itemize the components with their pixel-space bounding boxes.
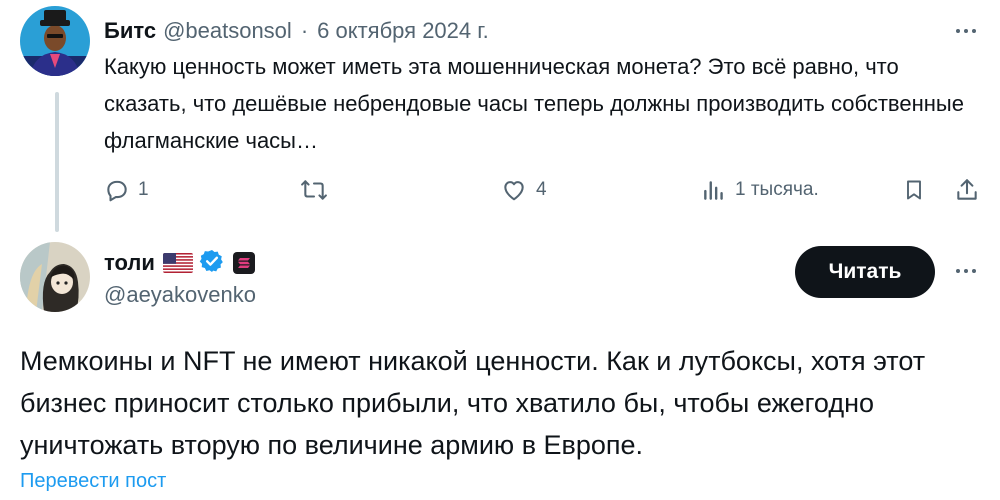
tweet-text: Мемкоины и NFT не имеют никакой ценности…	[20, 346, 926, 460]
like-count: 4	[536, 179, 547, 200]
author-name[interactable]: толи	[104, 250, 155, 276]
read-button[interactable]: Читать	[795, 246, 935, 298]
avatar[interactable]	[20, 6, 90, 76]
like-icon	[504, 181, 524, 201]
author-handle[interactable]: @aeyakovenko	[104, 282, 256, 308]
views-icon	[704, 181, 723, 200]
verified-icon[interactable]	[199, 248, 225, 279]
views-button[interactable]: 1 тысяча.	[701, 170, 819, 210]
reply-icon	[107, 180, 127, 202]
share-button[interactable]	[954, 170, 980, 210]
thread-line	[55, 92, 59, 232]
translate-link[interactable]: Перевести пост	[20, 470, 166, 493]
tweet-text: Какую ценность может иметь эта мошенниче…	[104, 54, 964, 153]
share-icon	[957, 179, 977, 200]
solana-icon[interactable]	[232, 252, 255, 274]
more-icon[interactable]	[946, 256, 986, 286]
bookmark-button[interactable]	[902, 170, 926, 210]
avatar[interactable]	[20, 242, 90, 312]
us-flag-icon	[162, 253, 193, 273]
bookmark-icon	[907, 180, 921, 200]
tweet-date[interactable]: 6 октября 2024 г.	[317, 18, 489, 44]
reply-button[interactable]: 1	[104, 170, 149, 210]
tweet2-name-row: толи	[104, 248, 255, 278]
more-icon[interactable]	[946, 16, 986, 46]
author-handle[interactable]: @beatsonsol	[163, 18, 292, 44]
like-button[interactable]: 4	[500, 170, 547, 210]
separator-dot: ·	[300, 18, 309, 43]
tweet1-header: Битс @beatsonsol · 6 октября 2024 г.	[104, 16, 489, 46]
retweet-icon	[301, 180, 327, 200]
reply-count: 1	[138, 179, 149, 200]
tweet-actions: 1 4 1 тысяча.	[104, 170, 990, 210]
retweet-button[interactable]	[299, 170, 337, 210]
views-count: 1 тысяча.	[735, 179, 819, 200]
author-name[interactable]: Битс	[104, 18, 156, 44]
